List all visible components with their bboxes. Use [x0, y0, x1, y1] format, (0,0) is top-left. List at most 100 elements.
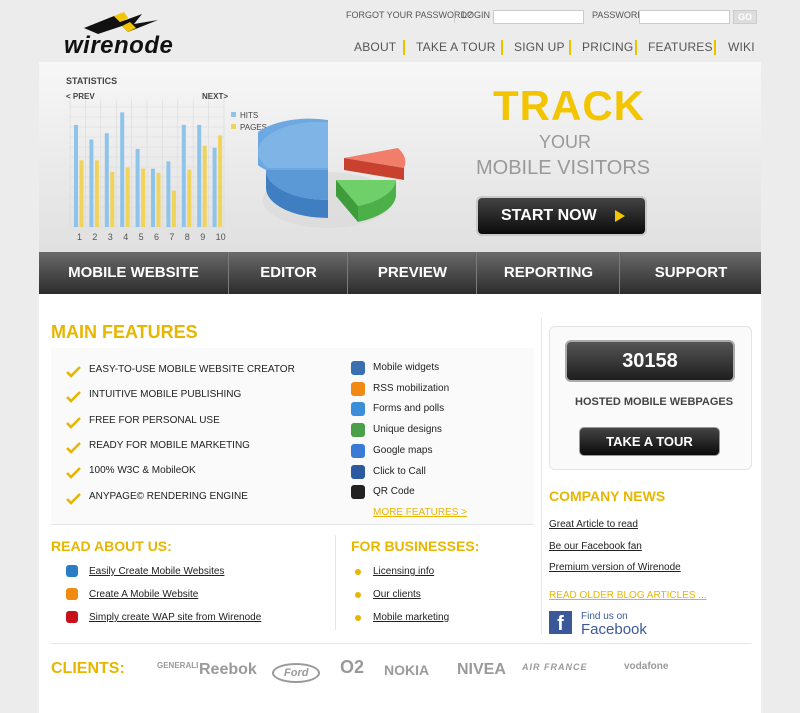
- bullet-icon: [355, 615, 361, 621]
- press-link[interactable]: Create A Mobile Website: [89, 589, 198, 600]
- bar-hits: [151, 168, 155, 227]
- widget-link[interactable]: RSS mobilization: [373, 383, 449, 394]
- x-tick-label: 2: [92, 232, 97, 242]
- wirenode-logo[interactable]: wirenode: [64, 10, 194, 59]
- legend-pages-swatch: [231, 124, 236, 129]
- start-now-button[interactable]: START NOW: [476, 196, 647, 236]
- nav-pricing[interactable]: PRICING: [582, 40, 633, 56]
- main-features-title: MAIN FEATURES: [51, 322, 198, 342]
- widget-link[interactable]: Unique designs: [373, 424, 442, 435]
- tab-editor[interactable]: EDITOR: [230, 252, 347, 294]
- tab-mobile-website[interactable]: MOBILE WEBSITE: [39, 252, 228, 294]
- tab-support[interactable]: SUPPORT: [621, 252, 761, 294]
- brush-icon: [351, 423, 365, 438]
- checkmark-icon: [66, 441, 81, 454]
- business-link[interactable]: Mobile marketing: [373, 612, 449, 623]
- clients-divider: [51, 643, 751, 644]
- play-arrow-icon: [615, 210, 625, 222]
- company-news-title: COMPANY NEWS: [549, 488, 666, 504]
- for-businesses-title: FOR BUSINESSES:: [351, 538, 480, 554]
- facebook-icon[interactable]: f: [549, 611, 572, 635]
- feature-item: INTUITIVE MOBILE PUBLISHING: [89, 389, 242, 401]
- bar-pages: [94, 160, 99, 227]
- rss-icon: [351, 381, 365, 396]
- hero-your-text: YOUR: [539, 132, 592, 152]
- bullet-icon: [355, 592, 361, 598]
- logo-text: wirenode: [64, 32, 174, 59]
- nav-separator: [403, 40, 405, 55]
- blog-icon: [66, 588, 78, 600]
- widget-link[interactable]: Click to Call: [373, 466, 426, 477]
- news-item[interactable]: Be our Facebook fan: [549, 541, 642, 552]
- nav-features[interactable]: FEATURES: [648, 40, 713, 56]
- stats-title: STATISTICS: [66, 76, 118, 86]
- news-item[interactable]: Great Article to read: [549, 519, 638, 530]
- x-tick-label: 10: [216, 232, 226, 242]
- checkmark-icon: [66, 390, 81, 404]
- statistics-chart: 1 2 3 4 5 6 7 8 9 10: [69, 100, 236, 242]
- login-input[interactable]: [493, 10, 584, 24]
- x-tick-label: 5: [139, 232, 144, 242]
- column-divider: [541, 318, 542, 634]
- client-logo: NIVEA: [457, 661, 506, 678]
- checkmark-icon: [66, 416, 81, 429]
- facebook-text[interactable]: Facebook: [581, 621, 647, 638]
- nav-sign-up[interactable]: SIGN UP: [514, 40, 565, 56]
- business-link[interactable]: Our clients: [373, 589, 421, 600]
- nav-separator: [635, 40, 637, 55]
- bar-pages: [79, 160, 84, 227]
- hosted-pages-counter: 30158: [565, 340, 735, 382]
- feature-item: 100% W3C & MobileOK: [89, 465, 196, 477]
- client-logo: vodafone: [624, 661, 669, 672]
- bar-pages: [218, 135, 223, 227]
- press-link[interactable]: Easily Create Mobile Websites: [89, 566, 224, 577]
- widget-link[interactable]: Forms and polls: [373, 403, 444, 414]
- bar-pages: [187, 169, 192, 227]
- bar-pages: [202, 145, 207, 227]
- business-link[interactable]: Licensing info: [373, 566, 434, 577]
- logo-bolt-icon: [84, 12, 158, 34]
- bar-hits: [89, 139, 94, 227]
- header-divider: [454, 9, 455, 23]
- tab-preview[interactable]: PREVIEW: [349, 252, 476, 294]
- tab-separator: [619, 252, 620, 294]
- hero-track-heading: TRACK: [493, 82, 645, 129]
- bar-hits: [212, 147, 217, 227]
- nav-separator: [569, 40, 571, 55]
- feature-item: EASY-TO-USE MOBILE WEBSITE CREATOR: [89, 364, 295, 375]
- more-features-link[interactable]: MORE FEATURES >: [373, 507, 467, 518]
- client-logo: Reebok: [199, 661, 257, 678]
- press-link[interactable]: Simply create WAP site from Wirenode: [89, 612, 261, 623]
- feature-item: READY FOR MOBILE MARKETING: [89, 439, 250, 451]
- bar-hits: [166, 161, 171, 227]
- news-item[interactable]: Premium version of Wirenode: [549, 562, 681, 573]
- client-logo: NOKIA: [384, 662, 430, 678]
- go-button[interactable]: GO: [733, 10, 757, 24]
- bar-hits: [181, 124, 186, 227]
- x-tick-label: 6: [154, 232, 159, 242]
- x-tick-label: 1: [77, 232, 82, 242]
- read-older-articles-link[interactable]: READ OLDER BLOG ARTICLES ...: [549, 590, 707, 601]
- bar-pages: [156, 172, 161, 227]
- x-tick-label: 7: [169, 232, 174, 242]
- read-about-us-title: READ ABOUT US:: [51, 538, 172, 554]
- nav-about[interactable]: ABOUT: [354, 40, 396, 56]
- login-label: LOGIN: [462, 10, 491, 20]
- bar-hits: [104, 133, 109, 227]
- tab-reporting[interactable]: REPORTING: [478, 252, 619, 294]
- client-logo: GENERALI: [157, 661, 199, 670]
- bar-pages: [171, 190, 176, 227]
- widget-link[interactable]: Mobile widgets: [373, 362, 439, 373]
- nav-wiki[interactable]: WIKI: [728, 40, 755, 56]
- take-a-tour-button[interactable]: TAKE A TOUR: [579, 427, 720, 456]
- password-input[interactable]: [639, 10, 730, 24]
- client-logo: Ford: [272, 663, 321, 683]
- tab-separator: [476, 252, 477, 294]
- bar-pages: [110, 171, 115, 227]
- chat-bubbles-icon: [351, 402, 365, 417]
- nav-take-a-tour[interactable]: TAKE A TOUR: [416, 40, 496, 56]
- widget-link[interactable]: QR Code: [373, 486, 415, 497]
- x-tick-label: 3: [108, 232, 113, 242]
- widget-link[interactable]: Google maps: [373, 445, 432, 456]
- feature-item: ANYPAGE© RENDERING ENGINE: [89, 490, 248, 502]
